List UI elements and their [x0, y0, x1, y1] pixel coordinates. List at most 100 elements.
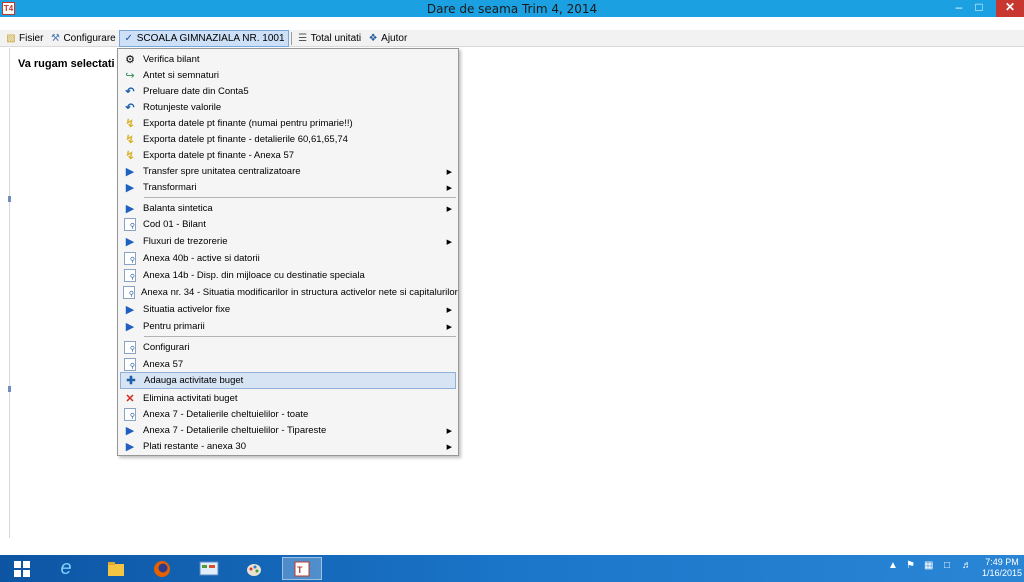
- menu-item-label: Antet si semnaturi: [143, 70, 220, 81]
- menu-item-verifica-bilant[interactable]: ⚙ Verifica bilant: [120, 51, 456, 68]
- menu-item-exporta-anexa57[interactable]: ↯ Exporta datele pt finante - Anexa 57: [120, 147, 456, 164]
- bolt-icon: ↯: [125, 118, 135, 130]
- menu-item-label: Anexa 7 - Detalierile cheltuielilor - Ti…: [143, 425, 327, 436]
- menu-item-anexa40b[interactable]: ⚲ Anexa 40b - active si datorii: [120, 250, 456, 267]
- menu-item-plati-restante[interactable]: ▶ Plati restante - anexa 30 ▶: [120, 438, 456, 455]
- tools-icon: ⚒: [50, 32, 60, 44]
- menu-item-rotunjeste[interactable]: ↶ Rotunjeste valorile: [120, 99, 456, 116]
- menu-item-fluxuri[interactable]: ▶ Fluxuri de trezorerie ▶: [120, 233, 456, 250]
- preview-icon: ⚲: [123, 269, 137, 283]
- file-explorer-icon[interactable]: [102, 557, 130, 580]
- tray-flag-icon[interactable]: ⚑: [906, 560, 915, 571]
- menu-separator: [290, 31, 292, 45]
- paint-brush-icon: [247, 563, 261, 576]
- maximize-button[interactable]: □: [970, 0, 988, 17]
- internet-explorer-icon[interactable]: e: [52, 557, 80, 580]
- submenu-arrow-icon: ▶: [446, 168, 452, 176]
- start-button[interactable]: [10, 557, 34, 580]
- menu-item-label: Anexa 57: [143, 359, 184, 370]
- preview-icon: ⚲: [123, 408, 137, 422]
- check-icon: ✓: [124, 32, 133, 44]
- menu-item-elimina-activitati[interactable]: ✕ Elimina activitati buget: [120, 390, 456, 407]
- menu-divider: [144, 336, 456, 337]
- menu-item-label: Plati restante - anexa 30: [143, 441, 246, 452]
- menu-item-preluare[interactable]: ↶ Preluare date din Conta5: [120, 83, 456, 100]
- close-button[interactable]: ✕: [996, 0, 1024, 17]
- menu-ajutor[interactable]: ❖ Ajutor: [364, 30, 410, 47]
- menu-item-label: Elimina activitati buget: [143, 393, 238, 404]
- preview-icon: ⚲: [123, 341, 137, 355]
- menu-fisier[interactable]: ▧ Fisier: [2, 30, 46, 47]
- menu-item-pentru-primarii[interactable]: ▶ Pentru primarii ▶: [120, 318, 456, 335]
- firefox-icon[interactable]: [148, 557, 176, 580]
- taskbar: e T ▲ ⚑ ▦ □ ♬ 7:49 PM 1/16/2015: [0, 555, 1024, 582]
- menu-item-label: Cod 01 - Bilant: [143, 219, 206, 230]
- menu-item-label: Anexa 7 - Detalierile cheltuielilor - to…: [143, 409, 309, 420]
- menu-item-label: Fluxuri de trezorerie: [143, 236, 228, 247]
- menu-item-label: Exporta datele pt finante (numai pentru …: [143, 118, 353, 129]
- menu-item-anexa7-toate[interactable]: ⚲ Anexa 7 - Detalierile cheltuielilor - …: [120, 406, 456, 423]
- menu-item-active-fixe[interactable]: ▶ Situatia activelor fixe ▶: [120, 301, 456, 318]
- menu-item-anexa14b[interactable]: ⚲ Anexa 14b - Disp. din mijloace cu dest…: [120, 267, 456, 284]
- taskbar-clock[interactable]: 7:49 PM 1/16/2015: [980, 557, 1024, 579]
- control-panel-glyph-icon: [199, 561, 219, 575]
- menu-label: Fisier: [19, 32, 44, 44]
- tray-network-icon[interactable]: ▦: [924, 560, 933, 571]
- menu-item-anexa34[interactable]: ⚲ Anexa nr. 34 - Situatia modificarilor …: [120, 284, 458, 301]
- firefox-logo-icon: [154, 560, 170, 577]
- folder-icon: [108, 561, 124, 576]
- menu-item-adauga-activitate[interactable]: ✚ Adauga activitate buget: [120, 372, 456, 389]
- menu-item-label: Exporta datele pt finante - detalierile …: [143, 134, 348, 145]
- control-panel-icon[interactable]: [192, 557, 226, 580]
- menu-item-exporta-primarie[interactable]: ↯ Exporta datele pt finante (numai pentr…: [120, 115, 456, 132]
- menu-item-label: Rotunjeste valorile: [143, 102, 222, 113]
- plus-icon: ✚: [126, 375, 136, 387]
- menu-item-antet[interactable]: ↪ Antet si semnaturi: [120, 67, 456, 84]
- tray-volume-icon[interactable]: ♬: [962, 560, 972, 571]
- menu-item-label: Anexa 40b - active si datorii: [143, 253, 260, 264]
- play-icon: ▶: [125, 182, 135, 194]
- resize-grip[interactable]: [8, 196, 11, 202]
- menu-item-anexa57[interactable]: ⚲ Anexa 57: [120, 356, 456, 373]
- menu-item-label: Anexa 14b - Disp. din mijloace cu destin…: [143, 270, 365, 281]
- submenu-arrow-icon: ▶: [446, 238, 452, 246]
- submenu-arrow-icon: ▶: [446, 205, 452, 213]
- submenu-arrow-icon: ▶: [446, 323, 452, 331]
- clock-time: 7:49 PM: [985, 557, 1019, 567]
- play-icon: ▶: [125, 321, 135, 333]
- menu-scoala[interactable]: ✓ SCOALA GIMNAZIALA NR. 1001: [118, 29, 289, 47]
- menu-item-label: Anexa nr. 34 - Situatia modificarilor in…: [141, 287, 458, 298]
- menu-item-balanta[interactable]: ▶ Balanta sintetica ▶: [120, 200, 456, 217]
- menu-item-label: Adauga activitate buget: [144, 375, 244, 386]
- minimize-button[interactable]: –: [950, 0, 968, 17]
- window-title: Dare de seama Trim 4, 2014: [426, 2, 598, 16]
- menu-item-label: Verifica bilant: [143, 54, 200, 65]
- menu-divider: [144, 197, 456, 198]
- menu-label: Configurare: [63, 32, 116, 44]
- menu-item-configurari[interactable]: ⚲ Configurari: [120, 339, 456, 356]
- app-t4-icon: T: [294, 561, 310, 576]
- resize-grip[interactable]: [8, 386, 11, 392]
- menu-item-label: Configurari: [143, 342, 190, 353]
- menu-label: Ajutor: [381, 32, 408, 44]
- link-icon: ↶: [125, 102, 135, 114]
- tray-chevron-icon[interactable]: ▲: [888, 560, 898, 571]
- play-icon: ▶: [125, 166, 135, 178]
- menu-item-exporta-detalieri[interactable]: ↯ Exporta datele pt finante - detalieril…: [120, 131, 456, 148]
- menu-total-unitati[interactable]: ☰ Total unitati: [294, 30, 365, 47]
- taskbar-app-dare-de-seama[interactable]: T: [282, 557, 322, 580]
- paint-icon[interactable]: [240, 557, 268, 580]
- menu-item-transformari[interactable]: ▶ Transformari ▶: [120, 179, 456, 196]
- tray-monitor-icon[interactable]: □: [944, 560, 950, 571]
- menu-item-cod01[interactable]: ⚲ Cod 01 - Bilant: [120, 216, 456, 233]
- menu-item-transfer[interactable]: ▶ Transfer spre unitatea centralizatoare…: [120, 163, 456, 180]
- svg-text:T: T: [297, 565, 303, 575]
- play-icon: ▶: [125, 304, 135, 316]
- menu-item-label: Preluare date din Conta5: [143, 86, 249, 97]
- menu-configurare[interactable]: ⚒ Configurare: [46, 30, 118, 47]
- menu-item-anexa7-tipareste[interactable]: ▶ Anexa 7 - Detalierile cheltuielilor - …: [120, 422, 456, 439]
- selection-prompt: Va rugam selectati: [18, 58, 115, 70]
- menu-item-label: Balanta sintetica: [143, 203, 213, 214]
- submenu-arrow-icon: ▶: [446, 443, 452, 451]
- dropdown-menu: ⚙ Verifica bilant ↪ Antet si semnaturi ↶…: [117, 48, 459, 456]
